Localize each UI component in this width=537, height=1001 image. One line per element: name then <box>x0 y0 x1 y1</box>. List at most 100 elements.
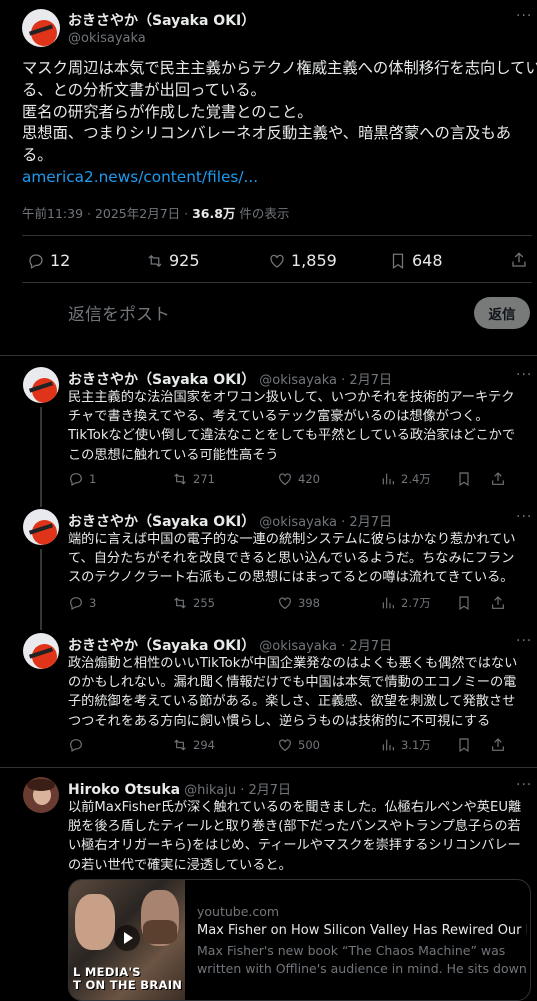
like-button[interactable]: 420 <box>277 471 320 487</box>
reply-count: 1 <box>89 472 97 486</box>
author-name[interactable]: おきさやか（Sayaka OKI） <box>68 514 255 530</box>
divider <box>22 282 532 283</box>
timestamp[interactable]: 午前11:39 · 2025年2月7日 · <box>22 206 192 221</box>
author-handle[interactable]: @okisayaka · 2月7日 <box>259 515 392 530</box>
reply-button[interactable]: 3 <box>68 595 96 611</box>
bookmark-button[interactable] <box>456 595 472 611</box>
link-card[interactable]: L MEDIA'S T ON THE BRAIN youtube.com Max… <box>68 879 531 1001</box>
reply-icon <box>70 473 82 487</box>
tweet-text: 民主主義的な法治国家をオワコン扱いして、いつかそれを技術的アーキテク チャで書き… <box>68 388 530 465</box>
share-button[interactable] <box>490 595 506 611</box>
share-button[interactable] <box>510 251 528 269</box>
reply-icon <box>29 253 43 269</box>
tweet-text-line: い極右オリガーキら)をはじめ、ティールやマスクを崇拝するシリコンバレー <box>68 838 521 854</box>
author-handle[interactable]: @okisayaka <box>68 31 146 46</box>
views-icon <box>382 739 394 751</box>
more-icon[interactable]: ··· <box>516 8 532 24</box>
repost-button[interactable]: 255 <box>172 595 215 611</box>
play-icon[interactable] <box>114 925 140 951</box>
card-description-line: written with Offline's audience in mind.… <box>197 961 527 976</box>
bookmark-button[interactable] <box>456 737 472 753</box>
tweet-text-line: の若い世代で確実に浸透していると。 <box>68 857 292 873</box>
tweet-link[interactable]: america2.news/content/files/... <box>22 167 532 189</box>
heart-icon <box>270 254 284 268</box>
repost-icon <box>148 254 162 267</box>
repost-count: 294 <box>193 738 215 752</box>
author-handle[interactable]: @okisayaka · 2月7日 <box>259 373 392 388</box>
like-button[interactable]: 1,859 <box>268 251 337 270</box>
repost-button[interactable]: 925 <box>146 251 200 270</box>
avatar[interactable] <box>23 777 59 813</box>
tweet-text-line: 子的統御を考えている節がある。楽しさ、正義感、欲望を刺激して発散させ <box>68 694 516 710</box>
reply-submit-button[interactable]: 返信 <box>474 297 530 329</box>
views-button[interactable]: 3.1万 <box>380 737 431 753</box>
bookmark-icon <box>459 596 469 611</box>
like-button[interactable]: 500 <box>277 737 320 753</box>
thumbnail-text-line: T ON THE BRAIN <box>73 978 183 992</box>
more-icon[interactable]: ··· <box>516 777 532 793</box>
tweet-text-line: 政治煽動と相性のいいTikTokが中国企業発なのはよくも悪くも偶然ではない <box>68 656 518 671</box>
author-name[interactable]: Hiroko Otsuka <box>68 782 180 798</box>
more-icon[interactable]: ··· <box>516 509 532 525</box>
view-label: 件の表示 <box>235 206 290 221</box>
tweet-text-line: TikTokなど使い倒して違法なことをしても平然としている政治家はどこかで <box>68 428 516 444</box>
repost-icon <box>174 597 186 609</box>
author-handle[interactable]: @hikaju · 2月7日 <box>184 783 291 798</box>
reply-button[interactable]: 12 <box>27 251 70 270</box>
card-title[interactable]: Max Fisher on How Silicon Valley Has Rew… <box>197 923 527 938</box>
repost-count: 255 <box>193 596 215 610</box>
like-button[interactable]: 398 <box>277 595 320 611</box>
divider <box>0 355 537 356</box>
view-count: 2.4万 <box>401 472 431 486</box>
like-count: 420 <box>298 472 320 486</box>
bookmark-button[interactable]: 648 <box>389 251 443 270</box>
tweet-text: 端的に言えば中国の電子的な一連の統制システムに彼らはかなり惹かれてい て、自分た… <box>68 530 530 588</box>
tweet-text-line: チャで書き換えてやる、考えているテック富豪がいるのは想像がつく。 <box>68 409 489 425</box>
bookmark-icon <box>459 472 469 487</box>
share-button[interactable] <box>490 471 506 487</box>
tweet-text: 政治煽動と相性のいいTikTokが中国企業発なのはよくも悪くも偶然ではない のか… <box>68 654 530 731</box>
avatar[interactable] <box>23 509 59 545</box>
thumbnail-text: L MEDIA'S T ON THE BRAIN <box>73 966 185 992</box>
author-name[interactable]: おきさやか（Sayaka OKI） <box>68 10 255 30</box>
reply-input[interactable]: 返信をポスト <box>68 300 170 325</box>
video-thumbnail[interactable]: L MEDIA'S T ON THE BRAIN <box>69 880 185 1000</box>
reply-button[interactable]: 1 <box>68 471 96 487</box>
views-button[interactable]: 2.7万 <box>380 595 431 611</box>
more-icon[interactable]: ··· <box>516 367 532 383</box>
tweet-text: マスク周辺は本気で民主主義からテクノ権威主義への体制移行を志向してい る、との分… <box>22 58 537 189</box>
bookmark-button[interactable] <box>456 471 472 487</box>
share-icon <box>492 738 504 751</box>
repost-count: 271 <box>193 472 215 486</box>
avatar[interactable] <box>23 367 59 403</box>
reply-button[interactable] <box>68 737 84 753</box>
heart-icon <box>279 473 291 486</box>
share-button[interactable] <box>490 737 506 753</box>
share-icon <box>492 596 504 609</box>
card-description: Max Fisher's new book “The Chaos Machine… <box>197 942 527 978</box>
repost-button[interactable]: 294 <box>172 737 215 753</box>
tweet-header: Hiroko Otsuka @hikaju · 2月7日 <box>68 779 291 798</box>
views-icon <box>382 597 394 609</box>
avatar[interactable] <box>22 9 60 47</box>
tweet-text-line: 民主主義的な法治国家をオワコン扱いして、いつかそれを技術的アーキテク <box>68 390 515 405</box>
view-count: 2.7万 <box>401 596 431 610</box>
tweet-header: おきさやか（Sayaka OKI） @okisayaka · 2月7日 <box>68 369 392 389</box>
tweet-text-line: 思想面、つまりシリコンバレーネオ反動主義や、暗黒啓蒙への言及もあ <box>22 124 512 143</box>
more-icon[interactable]: ··· <box>516 633 532 649</box>
tweet-text-line: マスク周辺は本気で民主主義からテクノ権威主義への体制移行を志向してい <box>22 59 537 77</box>
repost-icon <box>174 739 186 751</box>
card-domain: youtube.com <box>197 904 280 919</box>
repost-count: 925 <box>169 251 200 270</box>
avatar[interactable] <box>23 633 59 669</box>
tweet-meta: 午前11:39 · 2025年2月7日 · 36.8万 件の表示 <box>22 203 289 222</box>
author-handle[interactable]: @okisayaka · 2月7日 <box>259 639 392 654</box>
like-count: 500 <box>298 738 320 752</box>
author-name[interactable]: おきさやか（Sayaka OKI） <box>68 638 255 654</box>
tweet-text: 以前MaxFisher氏が深く触れているのを聞きました。仏極右ルペンや英EU離 … <box>68 798 530 875</box>
bookmark-icon <box>459 738 469 753</box>
author-name[interactable]: おきさやか（Sayaka OKI） <box>68 372 255 388</box>
views-button[interactable]: 2.4万 <box>380 471 431 487</box>
thread-line <box>40 407 42 507</box>
repost-button[interactable]: 271 <box>172 471 215 487</box>
